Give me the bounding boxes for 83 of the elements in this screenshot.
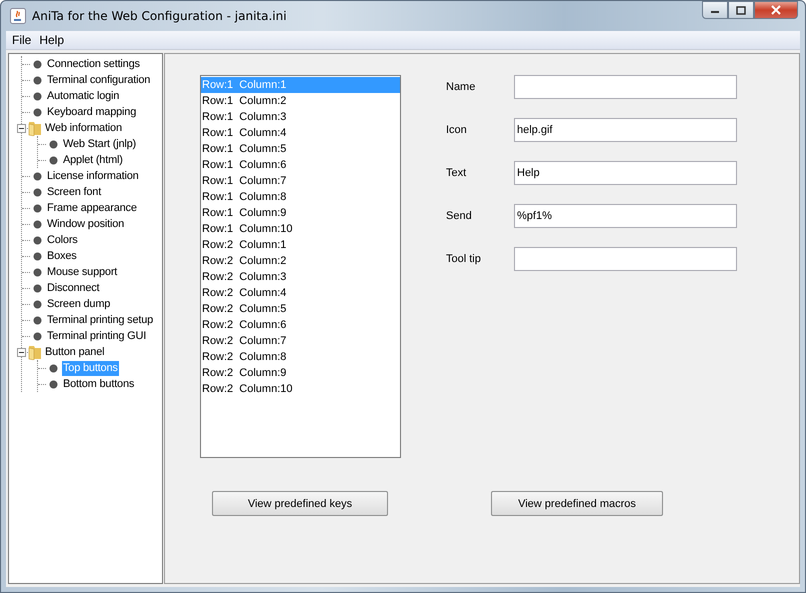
tree-item[interactable]: Terminal printing setup: [46, 312, 154, 328]
bullet-icon: [33, 252, 42, 260]
list-item[interactable]: Row:2 Column:10: [201, 381, 400, 397]
list-item[interactable]: Row:2 Column:6: [201, 317, 400, 333]
tree-item[interactable]: Connection settings: [46, 56, 141, 72]
list-item[interactable]: Row:2 Column:5: [201, 301, 400, 317]
collapse-icon[interactable]: [17, 348, 26, 356]
list-item[interactable]: Row:1 Column:8: [201, 189, 400, 205]
tree-item[interactable]: Frame appearance: [46, 200, 138, 216]
coffee-cup-icon: [10, 8, 26, 24]
maximize-icon: [736, 6, 746, 14]
input-field[interactable]: %pf1%: [514, 204, 737, 228]
action-button[interactable]: View predefined macros: [491, 491, 663, 516]
bullet-icon: [33, 60, 42, 68]
bullet-icon: [33, 236, 42, 244]
bullet-icon: [33, 316, 42, 324]
tree-item[interactable]: Web Start (jnlp): [62, 136, 138, 152]
list-item[interactable]: Row:1 Column:2: [201, 93, 400, 109]
window-title: AniTa for the Web Configuration - janita.ini: [32, 9, 288, 23]
bullet-icon: [33, 300, 42, 308]
bullet-icon: [33, 268, 42, 276]
list-item[interactable]: Row:2 Column:8: [201, 349, 400, 365]
list-item[interactable]: Row:1 Column:3: [201, 109, 400, 125]
list-item[interactable]: Row:2 Column:4: [201, 285, 400, 301]
bullet-icon: [49, 140, 58, 148]
field-label: Tool tip: [446, 253, 482, 265]
tree-item[interactable]: Screen dump: [46, 296, 112, 312]
tree-item[interactable]: Keyboard mapping: [46, 104, 138, 120]
tree-item[interactable]: Terminal configuration: [46, 72, 152, 88]
list-item[interactable]: Row:2 Column:1: [201, 237, 400, 253]
list-item[interactable]: Row:1 Column:4: [201, 125, 400, 141]
list-item[interactable]: Row:1 Column:7: [201, 173, 400, 189]
tree-item[interactable]: Web information: [44, 120, 123, 136]
tree-item[interactable]: Applet (html): [62, 152, 124, 168]
bullet-icon: [33, 204, 42, 212]
field-label: Name: [446, 81, 476, 93]
maximize-button[interactable]: [728, 1, 754, 19]
bullet-icon: [33, 188, 42, 196]
bullet-icon: [49, 380, 58, 388]
tree-item[interactable]: License information: [46, 168, 140, 184]
tree-item[interactable]: Window position: [46, 216, 126, 232]
folder-icon: [28, 344, 42, 360]
tree-item[interactable]: Boxes: [46, 248, 78, 264]
bullet-icon: [33, 220, 42, 228]
tree-item[interactable]: Terminal printing GUI: [46, 328, 148, 344]
list-item[interactable]: Row:2 Column:3: [201, 269, 400, 285]
list-item[interactable]: Row:2 Column:2: [201, 253, 400, 269]
bullet-icon: [33, 332, 42, 340]
input-field[interactable]: help.gif: [514, 118, 737, 142]
input-field[interactable]: [514, 75, 737, 99]
action-button[interactable]: View predefined keys: [212, 491, 388, 516]
tree-item[interactable]: Mouse support: [46, 264, 118, 280]
list-item[interactable]: Row:1 Column:6: [201, 157, 400, 173]
tree-item[interactable]: Screen font: [46, 184, 102, 200]
bullet-icon: [49, 364, 58, 372]
tree-item[interactable]: Disconnect: [46, 280, 100, 296]
bullet-icon: [33, 284, 42, 292]
menu-item[interactable]: Help: [35, 33, 68, 47]
bullet-icon: [49, 156, 58, 164]
collapse-icon[interactable]: [17, 124, 26, 132]
field-label: Icon: [446, 124, 468, 136]
field-label: Text: [446, 167, 468, 179]
list-item[interactable]: Row:1 Column:10: [201, 221, 400, 237]
menu-item[interactable]: File: [8, 33, 36, 47]
close-icon: [770, 5, 782, 15]
bullet-icon: [33, 108, 42, 116]
list-item[interactable]: Row:2 Column:7: [201, 333, 400, 349]
input-field[interactable]: Help: [514, 161, 737, 185]
tree-item[interactable]: Automatic login: [46, 88, 120, 104]
bullet-icon: [33, 92, 42, 100]
bullet-icon: [33, 76, 42, 84]
input-field[interactable]: [514, 247, 737, 271]
list-item[interactable]: Row:1 Column:9: [201, 205, 400, 221]
list-item[interactable]: Row:1 Column:5: [201, 141, 400, 157]
tree-item[interactable]: Button panel: [44, 344, 106, 360]
field-label: Send: [446, 210, 473, 222]
tree-item[interactable]: Bottom buttons: [62, 376, 136, 392]
minimize-button[interactable]: [702, 1, 728, 19]
bullet-icon: [33, 172, 42, 180]
close-button[interactable]: [754, 1, 798, 19]
folder-icon: [28, 120, 42, 136]
list-item[interactable]: Row:2 Column:9: [201, 365, 400, 381]
tree-item[interactable]: Colors: [46, 232, 79, 248]
